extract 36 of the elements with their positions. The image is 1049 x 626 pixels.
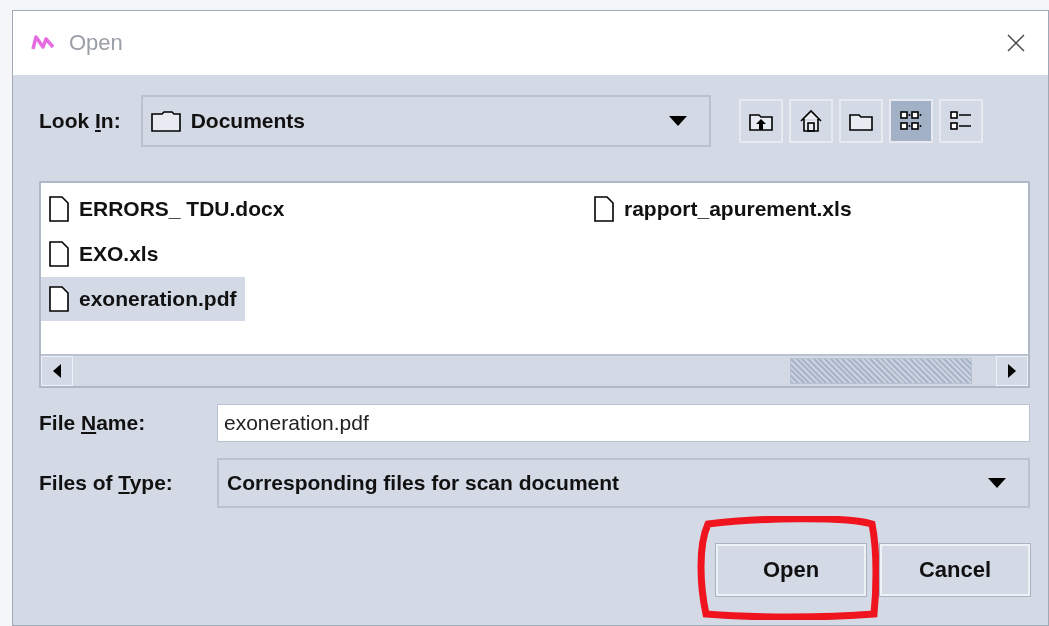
- left-arrow-icon: [53, 364, 61, 378]
- list-view-icon: [898, 109, 923, 133]
- home-icon: [798, 109, 823, 133]
- scroll-right-button[interactable]: [996, 356, 1028, 386]
- file-item[interactable]: rapport_apurement.xls: [586, 187, 860, 231]
- file-type-dropdown[interactable]: Corresponding files for scan document: [217, 458, 1030, 508]
- document-icon: [49, 196, 69, 222]
- look-in-dropdown[interactable]: Documents: [140, 95, 711, 147]
- files-of-type-label: Files of Type:: [39, 471, 174, 495]
- dialog-button[interactable]: Open: [716, 544, 866, 596]
- toolbar-button[interactable]: [788, 99, 833, 143]
- folder-icon: [150, 110, 181, 132]
- caret-icon: [668, 116, 687, 126]
- details-view-icon: [948, 109, 973, 133]
- toolbar-button[interactable]: [738, 99, 783, 143]
- file-item[interactable]: EXO.xls: [41, 232, 167, 276]
- document-icon: [49, 241, 69, 267]
- file-name-label: File Name:: [39, 411, 147, 435]
- scroll-left-button[interactable]: [41, 356, 73, 386]
- close-icon: [1006, 33, 1026, 53]
- document-icon: [49, 286, 69, 312]
- dialog-button[interactable]: Cancel: [880, 544, 1030, 596]
- toolbar-button[interactable]: [938, 99, 983, 143]
- toolbar-button[interactable]: [888, 99, 933, 143]
- folder-icon: [848, 111, 873, 131]
- file-item[interactable]: ERRORS_ TDU.docx: [41, 187, 293, 231]
- scrollbar-thumb[interactable]: [790, 358, 972, 384]
- document-icon: [594, 196, 614, 222]
- toolbar-button[interactable]: [838, 99, 883, 143]
- file-item[interactable]: exoneration.pdf: [41, 277, 245, 321]
- caret-icon: [988, 478, 1006, 488]
- horizontal-scrollbar[interactable]: [41, 354, 1028, 386]
- file-name-field[interactable]: exoneration.pdf: [217, 404, 1030, 442]
- right-arrow-icon: [1008, 364, 1016, 378]
- window-title: Open: [69, 30, 124, 56]
- look-in-label: Look In:: [39, 109, 121, 133]
